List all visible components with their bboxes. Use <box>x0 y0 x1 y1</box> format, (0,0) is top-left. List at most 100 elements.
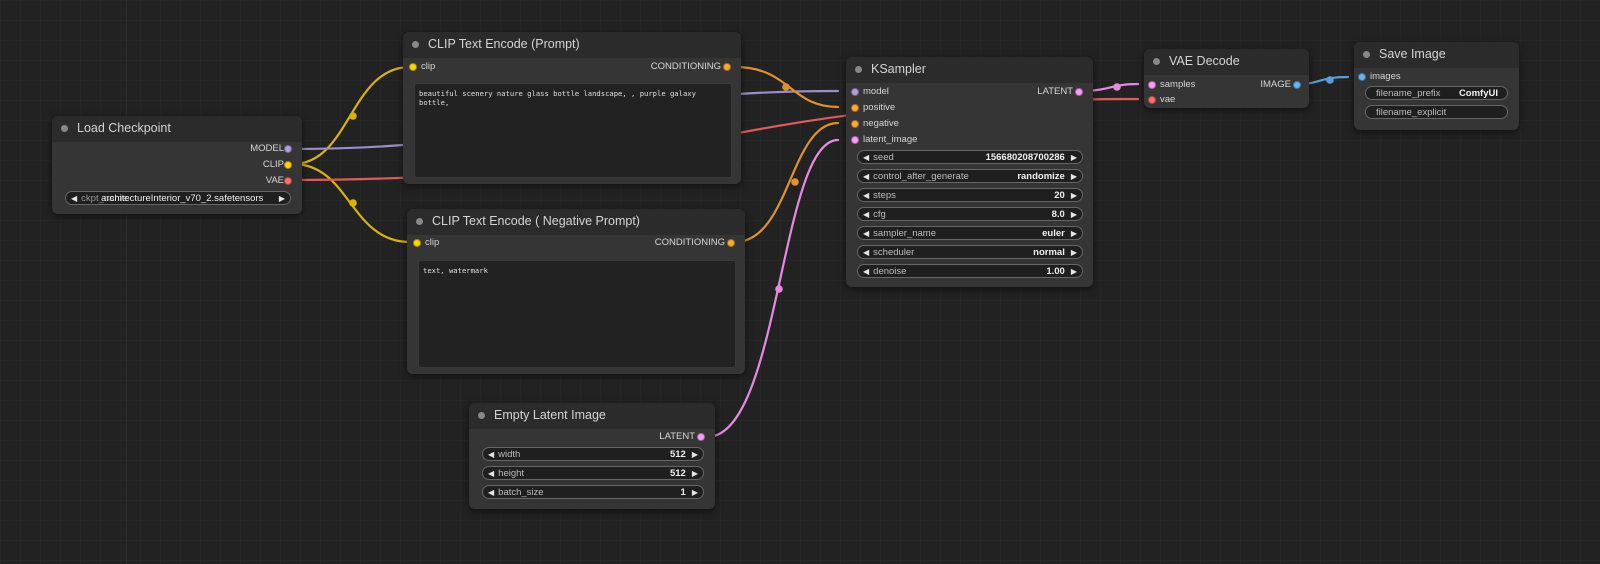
input-port-negative[interactable] <box>851 120 859 128</box>
filename-prefix-text-widget[interactable]: filename_prefix ComfyUI <box>1365 86 1508 100</box>
collapse-dot-icon[interactable] <box>478 412 485 419</box>
input-port-model[interactable] <box>851 88 859 96</box>
output-port-conditioning[interactable] <box>723 63 731 71</box>
control-after-generate-combo[interactable]: ◀ control_after_generate randomize ▶ <box>857 169 1083 183</box>
input-port-vae[interactable] <box>1148 96 1156 104</box>
link-midpoint[interactable] <box>1113 83 1121 91</box>
input-port-images[interactable] <box>1358 73 1366 81</box>
decrement-icon[interactable]: ◀ <box>863 267 869 276</box>
link-midpoint[interactable] <box>349 112 357 120</box>
filename-explicit-text-widget[interactable]: filename_explicit <box>1365 105 1508 119</box>
collapse-dot-icon[interactable] <box>61 125 68 132</box>
input-label-vae: vae <box>1160 94 1176 105</box>
decrement-icon[interactable]: ◀ <box>71 194 77 203</box>
node-header[interactable]: CLIP Text Encode ( Negative Prompt) <box>407 209 745 235</box>
decrement-icon[interactable]: ◀ <box>863 191 869 200</box>
increment-icon[interactable]: ▶ <box>1071 210 1077 219</box>
link-midpoint[interactable] <box>791 178 799 186</box>
node-header[interactable]: Empty Latent Image <box>469 403 715 429</box>
decrement-icon[interactable]: ◀ <box>488 469 494 478</box>
collapse-dot-icon[interactable] <box>1153 58 1160 65</box>
increment-icon[interactable]: ▶ <box>1071 191 1077 200</box>
node-title: Empty Latent Image <box>494 408 606 422</box>
increment-icon[interactable]: ▶ <box>279 194 285 203</box>
load-checkpoint-node[interactable]: Load Checkpoint MODEL CLIP VAE ◀ ckpt_na… <box>52 116 302 214</box>
output-port-clip[interactable] <box>284 161 292 169</box>
output-port-vae[interactable] <box>284 177 292 185</box>
collapse-dot-icon[interactable] <box>855 66 862 73</box>
widget-label: height <box>498 467 525 479</box>
node-header[interactable]: Save Image <box>1354 42 1519 68</box>
negative-prompt-textarea[interactable]: text, watermark <box>418 260 736 368</box>
widget-label: batch_size <box>498 486 544 498</box>
link-midpoint[interactable] <box>775 285 783 293</box>
scheduler-combo[interactable]: ◀ scheduler normal ▶ <box>857 245 1083 259</box>
input-port-clip[interactable] <box>413 239 421 247</box>
node-header[interactable]: VAE Decode <box>1144 49 1309 75</box>
save-image-node[interactable]: Save Image images filename_prefix ComfyU… <box>1354 42 1519 130</box>
width-number-widget[interactable]: ◀ width 512 ▶ <box>482 447 704 461</box>
increment-icon[interactable]: ▶ <box>1071 267 1077 276</box>
input-port-latent-image[interactable] <box>851 136 859 144</box>
input-label-negative: negative <box>863 118 899 129</box>
sampler-name-combo[interactable]: ◀ sampler_name euler ▶ <box>857 226 1083 240</box>
decrement-icon[interactable]: ◀ <box>863 248 869 257</box>
widget-value: 1.00 <box>1046 265 1065 277</box>
decrement-icon[interactable]: ◀ <box>863 210 869 219</box>
increment-icon[interactable]: ▶ <box>1071 229 1077 238</box>
collapse-dot-icon[interactable] <box>412 41 419 48</box>
output-port-latent[interactable] <box>697 433 705 441</box>
increment-icon[interactable]: ▶ <box>1071 248 1077 257</box>
output-port-latent[interactable] <box>1075 88 1083 96</box>
increment-icon[interactable]: ▶ <box>1071 153 1077 162</box>
output-port-conditioning[interactable] <box>727 239 735 247</box>
decrement-icon[interactable]: ◀ <box>863 229 869 238</box>
batch-size-number-widget[interactable]: ◀ batch_size 1 ▶ <box>482 485 704 499</box>
widget-label: filename_prefix <box>1376 87 1441 99</box>
collapse-dot-icon[interactable] <box>1363 51 1370 58</box>
node-header[interactable]: Load Checkpoint <box>52 116 302 142</box>
node-header[interactable]: CLIP Text Encode (Prompt) <box>403 32 741 58</box>
clip-text-encode-negative-node[interactable]: CLIP Text Encode ( Negative Prompt) clip… <box>407 209 745 374</box>
height-number-widget[interactable]: ◀ height 512 ▶ <box>482 466 704 480</box>
output-label-conditioning: CONDITIONING <box>654 237 725 248</box>
link-midpoint[interactable] <box>782 83 790 91</box>
output-port-image[interactable] <box>1293 81 1301 89</box>
vae-decode-node[interactable]: VAE Decode samples vae IMAGE <box>1144 49 1309 108</box>
increment-icon[interactable]: ▶ <box>692 488 698 497</box>
input-label-samples: samples <box>1160 79 1196 90</box>
decrement-icon[interactable]: ◀ <box>863 153 869 162</box>
increment-icon[interactable]: ▶ <box>692 450 698 459</box>
node-title: CLIP Text Encode (Prompt) <box>428 37 580 51</box>
node-title: Save Image <box>1379 47 1446 61</box>
input-port-positive[interactable] <box>851 104 859 112</box>
widget-label: filename_explicit <box>1376 106 1447 118</box>
ksampler-node[interactable]: KSampler model positive negative latent_… <box>846 57 1093 287</box>
increment-icon[interactable]: ▶ <box>692 469 698 478</box>
output-label-latent: LATENT <box>659 431 695 442</box>
clip-text-encode-positive-node[interactable]: CLIP Text Encode (Prompt) clip CONDITION… <box>403 32 741 184</box>
link-midpoint[interactable] <box>349 199 357 207</box>
output-label-conditioning: CONDITIONING <box>650 61 721 72</box>
link-midpoint[interactable] <box>1326 76 1334 84</box>
prompt-textarea[interactable]: beautiful scenery nature glass bottle la… <box>414 83 732 178</box>
output-port-model[interactable] <box>284 145 292 153</box>
seed-number-widget[interactable]: ◀ seed 156680208700286 ▶ <box>857 150 1083 164</box>
decrement-icon[interactable]: ◀ <box>488 450 494 459</box>
empty-latent-image-node[interactable]: Empty Latent Image LATENT ◀ width 512 ▶ … <box>469 403 715 509</box>
widget-value: euler <box>1042 227 1065 239</box>
input-label-model: model <box>863 86 889 97</box>
cfg-number-widget[interactable]: ◀ cfg 8.0 ▶ <box>857 207 1083 221</box>
node-header[interactable]: KSampler <box>846 57 1093 83</box>
steps-number-widget[interactable]: ◀ steps 20 ▶ <box>857 188 1083 202</box>
decrement-icon[interactable]: ◀ <box>863 172 869 181</box>
input-port-samples[interactable] <box>1148 81 1156 89</box>
decrement-icon[interactable]: ◀ <box>488 488 494 497</box>
input-port-clip[interactable] <box>409 63 417 71</box>
increment-icon[interactable]: ▶ <box>1071 172 1077 181</box>
collapse-dot-icon[interactable] <box>416 218 423 225</box>
node-title: VAE Decode <box>1169 54 1240 68</box>
denoise-number-widget[interactable]: ◀ denoise 1.00 ▶ <box>857 264 1083 278</box>
ckpt-name-combo[interactable]: ◀ ckpt_name architectureInterior_v70_2.s… <box>65 191 291 205</box>
widget-label: cfg <box>873 208 886 220</box>
